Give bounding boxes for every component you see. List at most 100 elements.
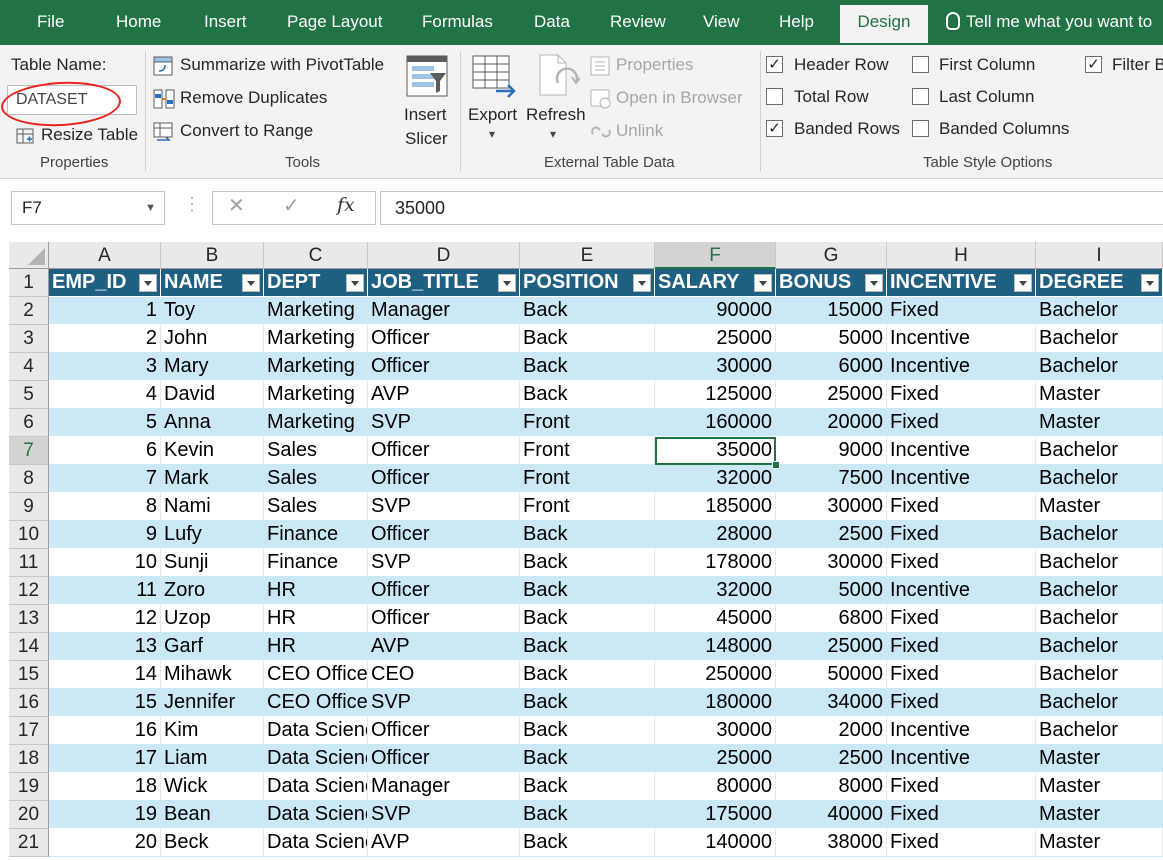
- table-cell[interactable]: Back: [520, 661, 655, 689]
- table-cell[interactable]: 35000: [655, 437, 776, 465]
- table-cell[interactable]: 4: [49, 381, 161, 409]
- table-cell[interactable]: 14: [49, 661, 161, 689]
- table-cell[interactable]: CEO Office: [264, 661, 368, 689]
- table-cell[interactable]: 25000: [776, 381, 887, 409]
- table-cell[interactable]: 9000: [776, 437, 887, 465]
- table-cell[interactable]: Data Science: [264, 801, 368, 829]
- tell-me-search[interactable]: Tell me what you want to: [946, 0, 1152, 45]
- table-cell[interactable]: Fixed: [887, 297, 1036, 325]
- table-cell[interactable]: Sales: [264, 493, 368, 521]
- table-cell[interactable]: Data Science: [264, 773, 368, 801]
- table-cell[interactable]: John: [161, 325, 264, 353]
- name-box-dropdown-icon[interactable]: ▼: [145, 192, 156, 224]
- table-cell[interactable]: Back: [520, 717, 655, 745]
- table-cell[interactable]: Fixed: [887, 521, 1036, 549]
- table-cell[interactable]: 148000: [655, 633, 776, 661]
- table-cell[interactable]: Kevin: [161, 437, 264, 465]
- checkbox-banded-rows[interactable]: ✓: [766, 120, 783, 137]
- table-cell[interactable]: SVP: [368, 549, 520, 577]
- table-header-cell[interactable]: JOB_TITLE: [368, 269, 520, 297]
- table-cell[interactable]: 180000: [655, 689, 776, 717]
- refresh-button[interactable]: Refresh ▾: [526, 53, 586, 153]
- filter-dropdown-icon[interactable]: [242, 274, 260, 292]
- table-cell[interactable]: SVP: [368, 493, 520, 521]
- tab-formulas[interactable]: Formulas: [422, 0, 493, 45]
- select-all-corner[interactable]: [9, 242, 49, 269]
- tab-design[interactable]: Design: [838, 3, 930, 45]
- checkbox-total-row[interactable]: [766, 88, 783, 105]
- table-cell[interactable]: Toy: [161, 297, 264, 325]
- table-cell[interactable]: Back: [520, 353, 655, 381]
- table-cell[interactable]: Bachelor: [1036, 633, 1163, 661]
- filter-dropdown-icon[interactable]: [498, 274, 516, 292]
- filter-dropdown-icon[interactable]: [754, 274, 772, 292]
- table-cell[interactable]: Bachelor: [1036, 661, 1163, 689]
- table-cell[interactable]: Marketing: [264, 325, 368, 353]
- table-cell[interactable]: Mark: [161, 465, 264, 493]
- table-cell[interactable]: Finance: [264, 521, 368, 549]
- table-cell[interactable]: 25000: [655, 745, 776, 773]
- table-cell[interactable]: AVP: [368, 633, 520, 661]
- filter-dropdown-icon[interactable]: [1014, 274, 1032, 292]
- table-cell[interactable]: Fixed: [887, 409, 1036, 437]
- table-cell[interactable]: Fixed: [887, 801, 1036, 829]
- table-cell[interactable]: Fixed: [887, 381, 1036, 409]
- table-cell[interactable]: Fixed: [887, 493, 1036, 521]
- table-cell[interactable]: Bachelor: [1036, 577, 1163, 605]
- table-cell[interactable]: Marketing: [264, 409, 368, 437]
- table-header-cell[interactable]: BONUS: [776, 269, 887, 297]
- row-header-7[interactable]: 7: [9, 437, 49, 465]
- table-cell[interactable]: Back: [520, 381, 655, 409]
- table-cell[interactable]: Officer: [368, 521, 520, 549]
- table-cell[interactable]: CEO Office: [264, 689, 368, 717]
- table-cell[interactable]: 2: [49, 325, 161, 353]
- table-cell[interactable]: Wick: [161, 773, 264, 801]
- table-cell[interactable]: 34000: [776, 689, 887, 717]
- row-header-19[interactable]: 19: [9, 773, 49, 801]
- row-header-6[interactable]: 6: [9, 409, 49, 437]
- table-cell[interactable]: 32000: [655, 577, 776, 605]
- table-cell[interactable]: 20: [49, 829, 161, 857]
- table-cell[interactable]: 13: [49, 633, 161, 661]
- table-cell[interactable]: Officer: [368, 465, 520, 493]
- table-cell[interactable]: 2500: [776, 745, 887, 773]
- table-cell[interactable]: 185000: [655, 493, 776, 521]
- table-cell[interactable]: Lufy: [161, 521, 264, 549]
- table-cell[interactable]: Finance: [264, 549, 368, 577]
- column-header-e[interactable]: E: [520, 242, 655, 269]
- table-cell[interactable]: 17: [49, 745, 161, 773]
- column-header-f[interactable]: F: [655, 242, 776, 269]
- table-cell[interactable]: Officer: [368, 745, 520, 773]
- table-cell[interactable]: Officer: [368, 577, 520, 605]
- table-cell[interactable]: 5: [49, 409, 161, 437]
- row-header-1[interactable]: 1: [9, 269, 49, 297]
- row-header-21[interactable]: 21: [9, 829, 49, 857]
- table-cell[interactable]: 125000: [655, 381, 776, 409]
- table-cell[interactable]: 178000: [655, 549, 776, 577]
- table-cell[interactable]: 18: [49, 773, 161, 801]
- table-cell[interactable]: Officer: [368, 353, 520, 381]
- row-header-18[interactable]: 18: [9, 745, 49, 773]
- table-cell[interactable]: Front: [520, 493, 655, 521]
- tab-insert[interactable]: Insert: [204, 0, 247, 45]
- table-cell[interactable]: 16: [49, 717, 161, 745]
- table-cell[interactable]: 2500: [776, 521, 887, 549]
- table-cell[interactable]: 50000: [776, 661, 887, 689]
- table-cell[interactable]: 30000: [776, 493, 887, 521]
- table-cell[interactable]: 250000: [655, 661, 776, 689]
- row-header-9[interactable]: 9: [9, 493, 49, 521]
- table-cell[interactable]: 15: [49, 689, 161, 717]
- table-cell[interactable]: 1: [49, 297, 161, 325]
- table-cell[interactable]: Officer: [368, 437, 520, 465]
- table-cell[interactable]: Anna: [161, 409, 264, 437]
- insert-slicer-button[interactable]: Insert Slicer: [402, 53, 452, 153]
- table-cell[interactable]: Mihawk: [161, 661, 264, 689]
- tab-view[interactable]: View: [703, 0, 740, 45]
- table-cell[interactable]: Bachelor: [1036, 689, 1163, 717]
- table-cell[interactable]: David: [161, 381, 264, 409]
- table-cell[interactable]: 8000: [776, 773, 887, 801]
- table-cell[interactable]: Fixed: [887, 661, 1036, 689]
- table-cell[interactable]: 28000: [655, 521, 776, 549]
- column-header-h[interactable]: H: [887, 242, 1036, 269]
- table-cell[interactable]: Fixed: [887, 829, 1036, 857]
